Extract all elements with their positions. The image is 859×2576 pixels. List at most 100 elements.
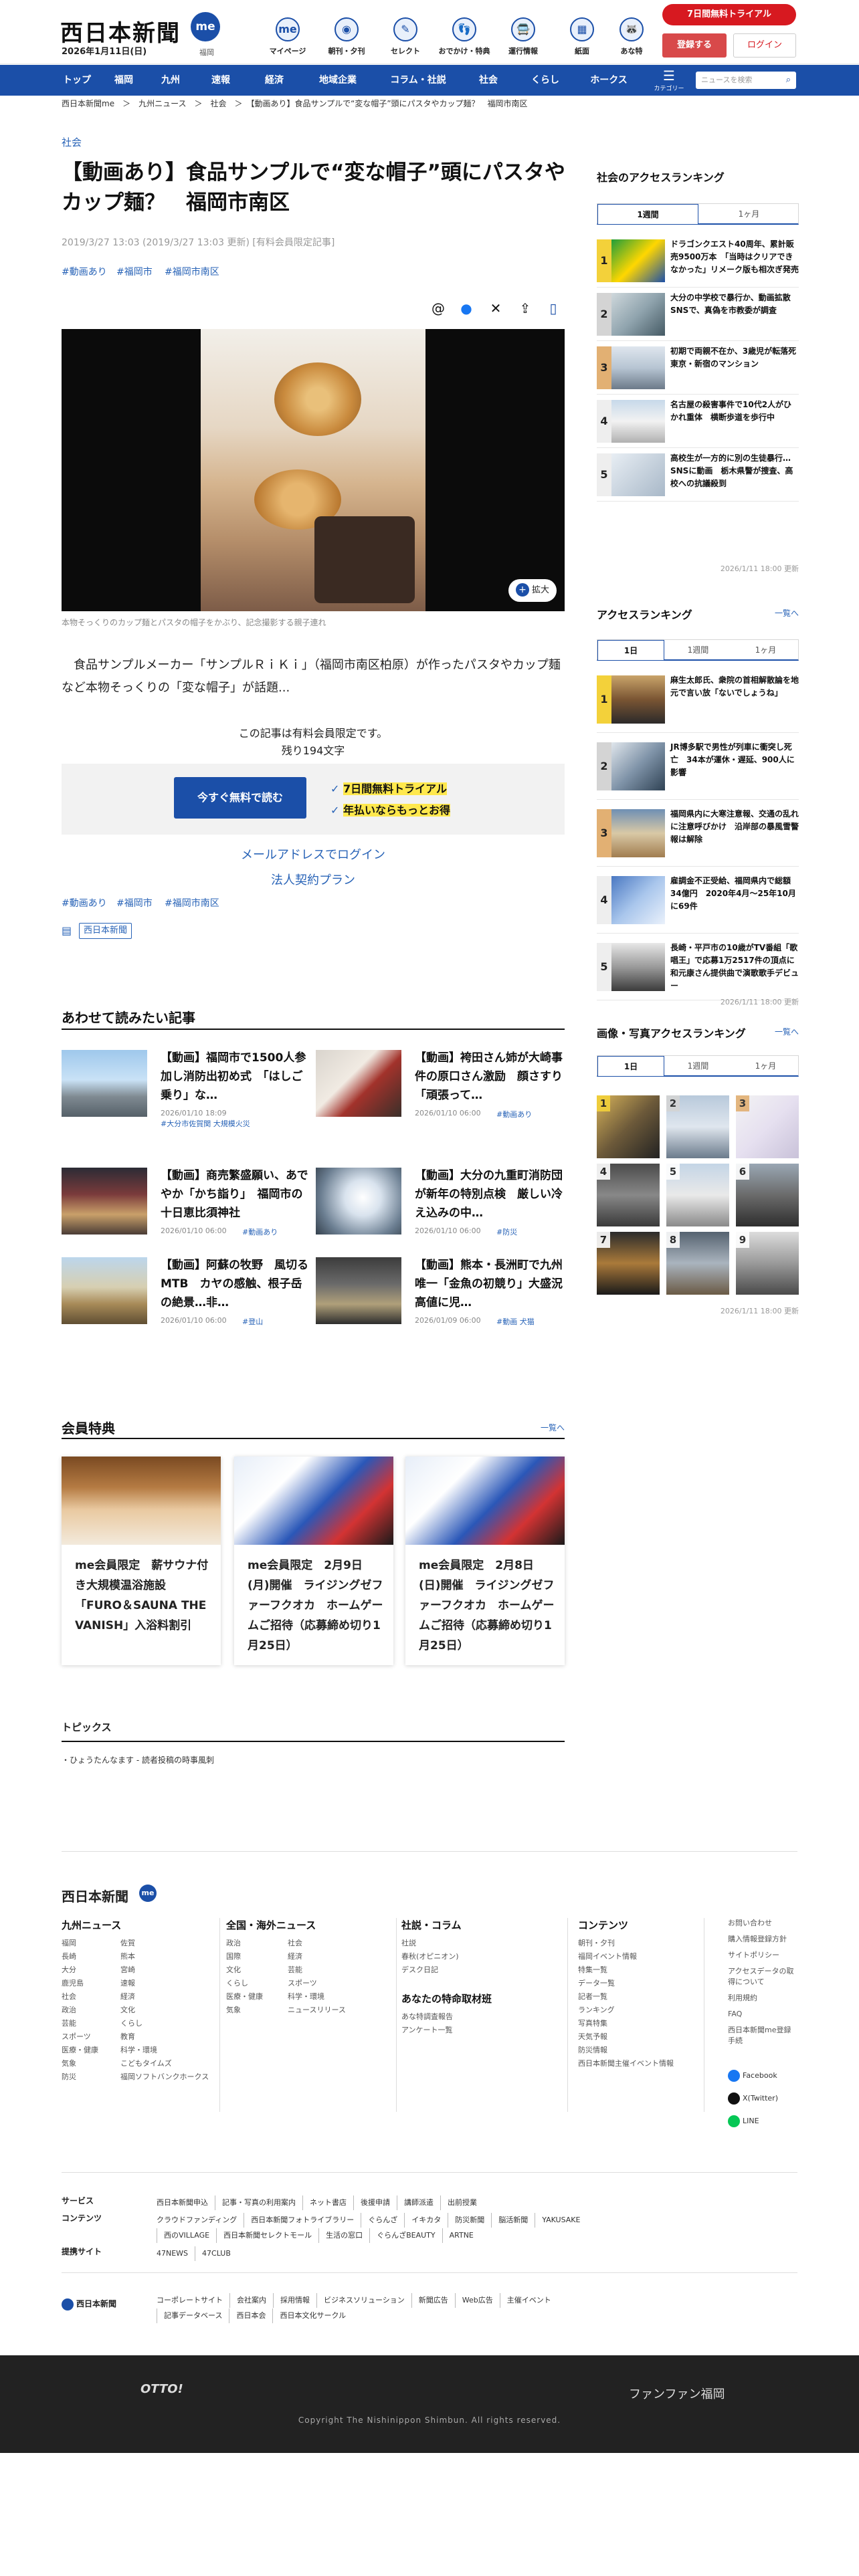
footer-logo[interactable]: 西日本新聞 [62,1886,128,1905]
footer-service-link[interactable]: 西日本新聞申込 [157,2195,215,2210]
footer-link[interactable]: 気象 [226,2004,263,2017]
footer-link[interactable]: 教育 [120,2030,209,2044]
register-button[interactable]: 登録する [662,33,727,58]
source-tag[interactable]: 西日本新聞 [79,923,132,939]
photo-item[interactable]: 7 [597,1232,660,1295]
footer-link[interactable]: 西日本新聞主催イベント情報 [578,2057,674,2070]
footer-link[interactable]: 社会 [288,1937,346,1950]
x-icon[interactable]: ✕ [486,298,506,318]
footer-link[interactable]: 政治 [62,2004,98,2017]
benefit-card[interactable]: me会員限定 2月9日(月)開催 ライジングゼファーフクオカ ホームゲームご招待… [234,1457,393,1665]
footer-link[interactable]: ランキング [578,2004,674,2017]
corp-link[interactable]: 主催イベント [499,2293,558,2308]
related-item-tag[interactable]: #動画あり [496,1109,532,1119]
me-logo[interactable]: me [191,12,220,41]
footer-link[interactable]: 福岡ソフトバンクホークス [120,2070,209,2084]
tag-fukuoka[interactable]: #福岡市 [116,265,153,278]
footer-service-link[interactable]: 記事・写真の利用案内 [215,2195,302,2210]
ranking-item[interactable]: 1 ドラゴンクエスト40周年、累計販売9500万本 「当時はクリアできなかった」リ… [597,235,799,288]
footer-link[interactable]: アンケート一覧 [401,2024,453,2037]
read-free-button[interactable]: 今すぐ無料で読む [174,777,306,819]
free-trial-button[interactable]: 7日間無料トライアル [662,4,796,25]
related-item[interactable]: 【動画】商売繁盛願い、あでやか「かち詣り」 福岡市の十日恵比須神社 2026/0… [62,1168,310,1247]
footer-link[interactable]: データ一覧 [578,1977,674,1990]
topics-item[interactable]: ・ひょうたんなます - 読者投稿の時事風刺 [62,1754,565,1765]
tag-minami-bottom[interactable]: #福岡市南区 [165,896,219,909]
footer-content-link[interactable]: ARTNE [442,2228,480,2243]
corporate-plan-link[interactable]: 法人契約プラン [62,871,565,888]
tab-1week[interactable]: 1週間 [664,640,732,660]
edition-link[interactable]: ◉ 朝刊・夕刊 [320,17,373,56]
footer-content-link[interactable]: 脳活新聞 [491,2213,535,2228]
transit-link[interactable]: 🚍 運行情報 [496,17,550,56]
ranking-item[interactable]: 4 名古屋の殺害事件で10代2人がひかれ重体 横断歩道を歩行中 [597,396,799,448]
footer-partner-link[interactable]: 47NEWS [157,2246,195,2261]
footer-kyushu-title[interactable]: 九州ニュース [62,1918,215,1932]
footer-link[interactable]: 文化 [226,1963,263,1977]
footer-special-title[interactable]: あなたの特命取材班 [401,1992,492,2006]
photo-item[interactable]: 6 [736,1164,799,1226]
footer-link[interactable]: 記者一覧 [578,1990,674,2004]
share-icon[interactable]: ⇪ [515,298,535,318]
bookmark-icon[interactable]: ▯ [543,298,563,318]
footer-service-link[interactable]: ネット書店 [302,2195,353,2210]
access-more-link[interactable]: 一覧へ [775,607,799,619]
footer-link[interactable]: 天気予報 [578,2030,674,2044]
footer-link[interactable]: 国際 [226,1950,263,1963]
footer-content-link[interactable]: YAKUSAKE [535,2213,587,2228]
footer-link[interactable]: 芸能 [62,2017,98,2030]
ranking-item[interactable]: 2 大分の中学校で暴行か、動画拡散 SNSで、真偽を市教委が調査 [597,289,799,341]
footer-content-link[interactable]: 西のVILLAGE [157,2228,216,2243]
tab-1month[interactable]: 1ヶ月 [732,1056,799,1076]
search-icon[interactable]: ⌕ [786,72,791,89]
footer-content-link[interactable]: ぐらんざBEAUTY [369,2228,442,2243]
article-photo[interactable]: + 拡大 [62,329,565,611]
footer-link[interactable]: サイトポリシー [728,1950,797,1961]
tag-video-bottom[interactable]: #動画あり [62,896,107,909]
footer-link[interactable]: くらし [226,1977,263,1990]
benefit-card[interactable]: me会員限定 2月8日(日)開催 ライジングゼファーフクオカ ホームゲームご招待… [405,1457,565,1665]
ranking-item[interactable]: 3 初期で両親不在か、3歳児が転落死 東京・新宿のマンション [597,342,804,395]
footer-link[interactable]: スポーツ [288,1977,346,1990]
login-button[interactable]: ログイン [733,33,796,58]
tab-1day[interactable]: 1日 [597,640,664,660]
select-link[interactable]: ✎ セレクト [379,17,432,56]
footer-link[interactable]: 医療・健康 [226,1990,263,2004]
region-selector[interactable]: 福岡 [199,47,214,58]
nav-top[interactable]: トップ [54,65,100,96]
corp-link[interactable]: ビジネスソリューション [316,2293,411,2308]
outing-link[interactable]: 👣 おでかけ・特典 [438,17,491,56]
footer-national-title[interactable]: 全国・海外ニュース [226,1918,393,1932]
tab-1month[interactable]: 1ヶ月 [698,204,799,224]
tab-1week[interactable]: 1週間 [597,204,698,224]
email-login-link[interactable]: メールアドレスでログイン [62,845,565,863]
zoom-button[interactable]: + 拡大 [508,579,557,602]
nav-local-business[interactable]: 地域企業 [301,65,375,96]
benefit-card[interactable]: me会員限定 薪サウナ付き大規模温浴施設「FURO＆SAUNA THE VANI… [62,1457,221,1665]
footer-service-link[interactable]: 講師派遣 [397,2195,440,2210]
photo-item[interactable]: 4 [597,1164,660,1226]
related-item-tag[interactable]: #動画あり [242,1226,278,1237]
footer-link[interactable]: 佐賀 [120,1937,209,1950]
corp-link[interactable]: 会社案内 [229,2293,273,2308]
tab-1day[interactable]: 1日 [597,1056,664,1076]
benefits-more-link[interactable]: 一覧へ [541,1422,565,1433]
footer-link[interactable]: 熊本 [120,1950,209,1963]
footer-link[interactable]: デスク日記 [401,1963,459,1977]
photo-item[interactable]: 8 [666,1232,729,1295]
footer-content-link[interactable]: 生活の窓口 [318,2228,369,2243]
sns-link[interactable]: LINE [728,2115,797,2128]
tag-minami[interactable]: #福岡市南区 [165,265,219,278]
footer-link[interactable]: 福岡 [62,1937,98,1950]
ranking-item[interactable]: 3 福岡県内に大寒注意報、交通の乱れに注意呼びかけ 沿岸部の暴風雪警報は解除 [597,805,799,867]
nav-economy[interactable]: 経済 [248,65,301,96]
footer-link[interactable]: 科学・環境 [288,1990,346,2004]
ranking-item[interactable]: 4 雇調金不正受給、福岡県内で総額34億円 2020年4月～25年10月に69件 [597,872,799,934]
site-logo[interactable]: 西日本新聞 [60,15,181,47]
footer-link[interactable]: 科学・環境 [120,2044,209,2057]
corp-link[interactable]: 新聞広告 [411,2293,455,2308]
related-item-tag[interactable]: #登山 [242,1316,263,1327]
related-item[interactable]: 【動画】福岡市で1500人参加し消防出初め式 「はしご乗り」な… 2026/01… [62,1050,310,1129]
ranking-item[interactable]: 1 麻生太郎氏、衆院の首相解散論を地元で言い放「ないでしょうね」 [597,671,799,733]
footer-content-link[interactable]: ぐらんざ [361,2213,404,2228]
